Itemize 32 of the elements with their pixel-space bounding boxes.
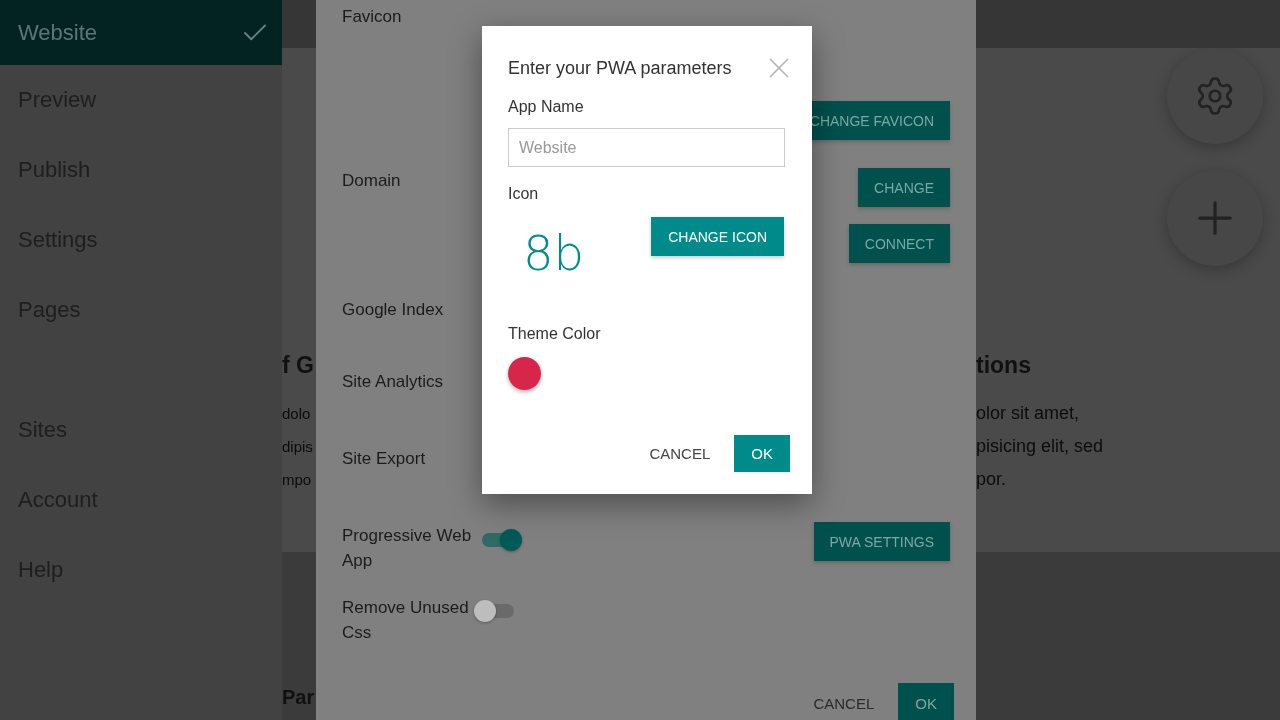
color-swatch[interactable] <box>508 357 541 390</box>
action-button[interactable]: CONNECT <box>848 224 950 263</box>
setting-label: Progressive Web App <box>342 525 473 572</box>
section-heading: tions <box>976 352 1032 379</box>
dialog-title: Enter your PWA parameters <box>508 57 732 79</box>
header-bar <box>282 0 316 48</box>
body-text: por. <box>976 468 1008 491</box>
body-text: pisicing elit, sed <box>976 435 1105 458</box>
setting-label: Site Export <box>342 448 427 470</box>
action-button[interactable]: CHANGE <box>858 168 950 207</box>
setting-label: Remove Unused Css <box>342 597 470 644</box>
change-icon-button[interactable]: CHANGE ICON <box>651 217 784 256</box>
ok-button[interactable]: OK <box>734 435 790 472</box>
sidebar-item[interactable]: Website <box>0 0 282 65</box>
body-text: dolo <box>282 404 312 424</box>
cancel-button[interactable]: CANCEL <box>647 445 713 462</box>
section-heading: f G <box>282 352 315 379</box>
setting-label: Domain <box>342 170 402 192</box>
body-text: olor sit amet, <box>976 402 1081 425</box>
app-name-field[interactable]: Website <box>508 128 785 167</box>
ok-button[interactable]: OK <box>898 683 954 720</box>
icon-preview: 8b <box>523 225 584 281</box>
field-label: Icon <box>508 185 540 203</box>
action-button[interactable]: PWA SETTINGS <box>813 522 950 561</box>
field-label: App Name <box>508 98 585 116</box>
setting-label: Site Analytics <box>342 371 445 393</box>
setting-label: Favicon <box>342 6 403 28</box>
setting-label: Google Index <box>342 299 445 321</box>
cancel-button[interactable]: CANCEL <box>811 694 877 712</box>
body-text: dipis <box>282 437 314 457</box>
field-label: Theme Color <box>508 325 602 343</box>
body-text: mpo <box>282 470 313 490</box>
